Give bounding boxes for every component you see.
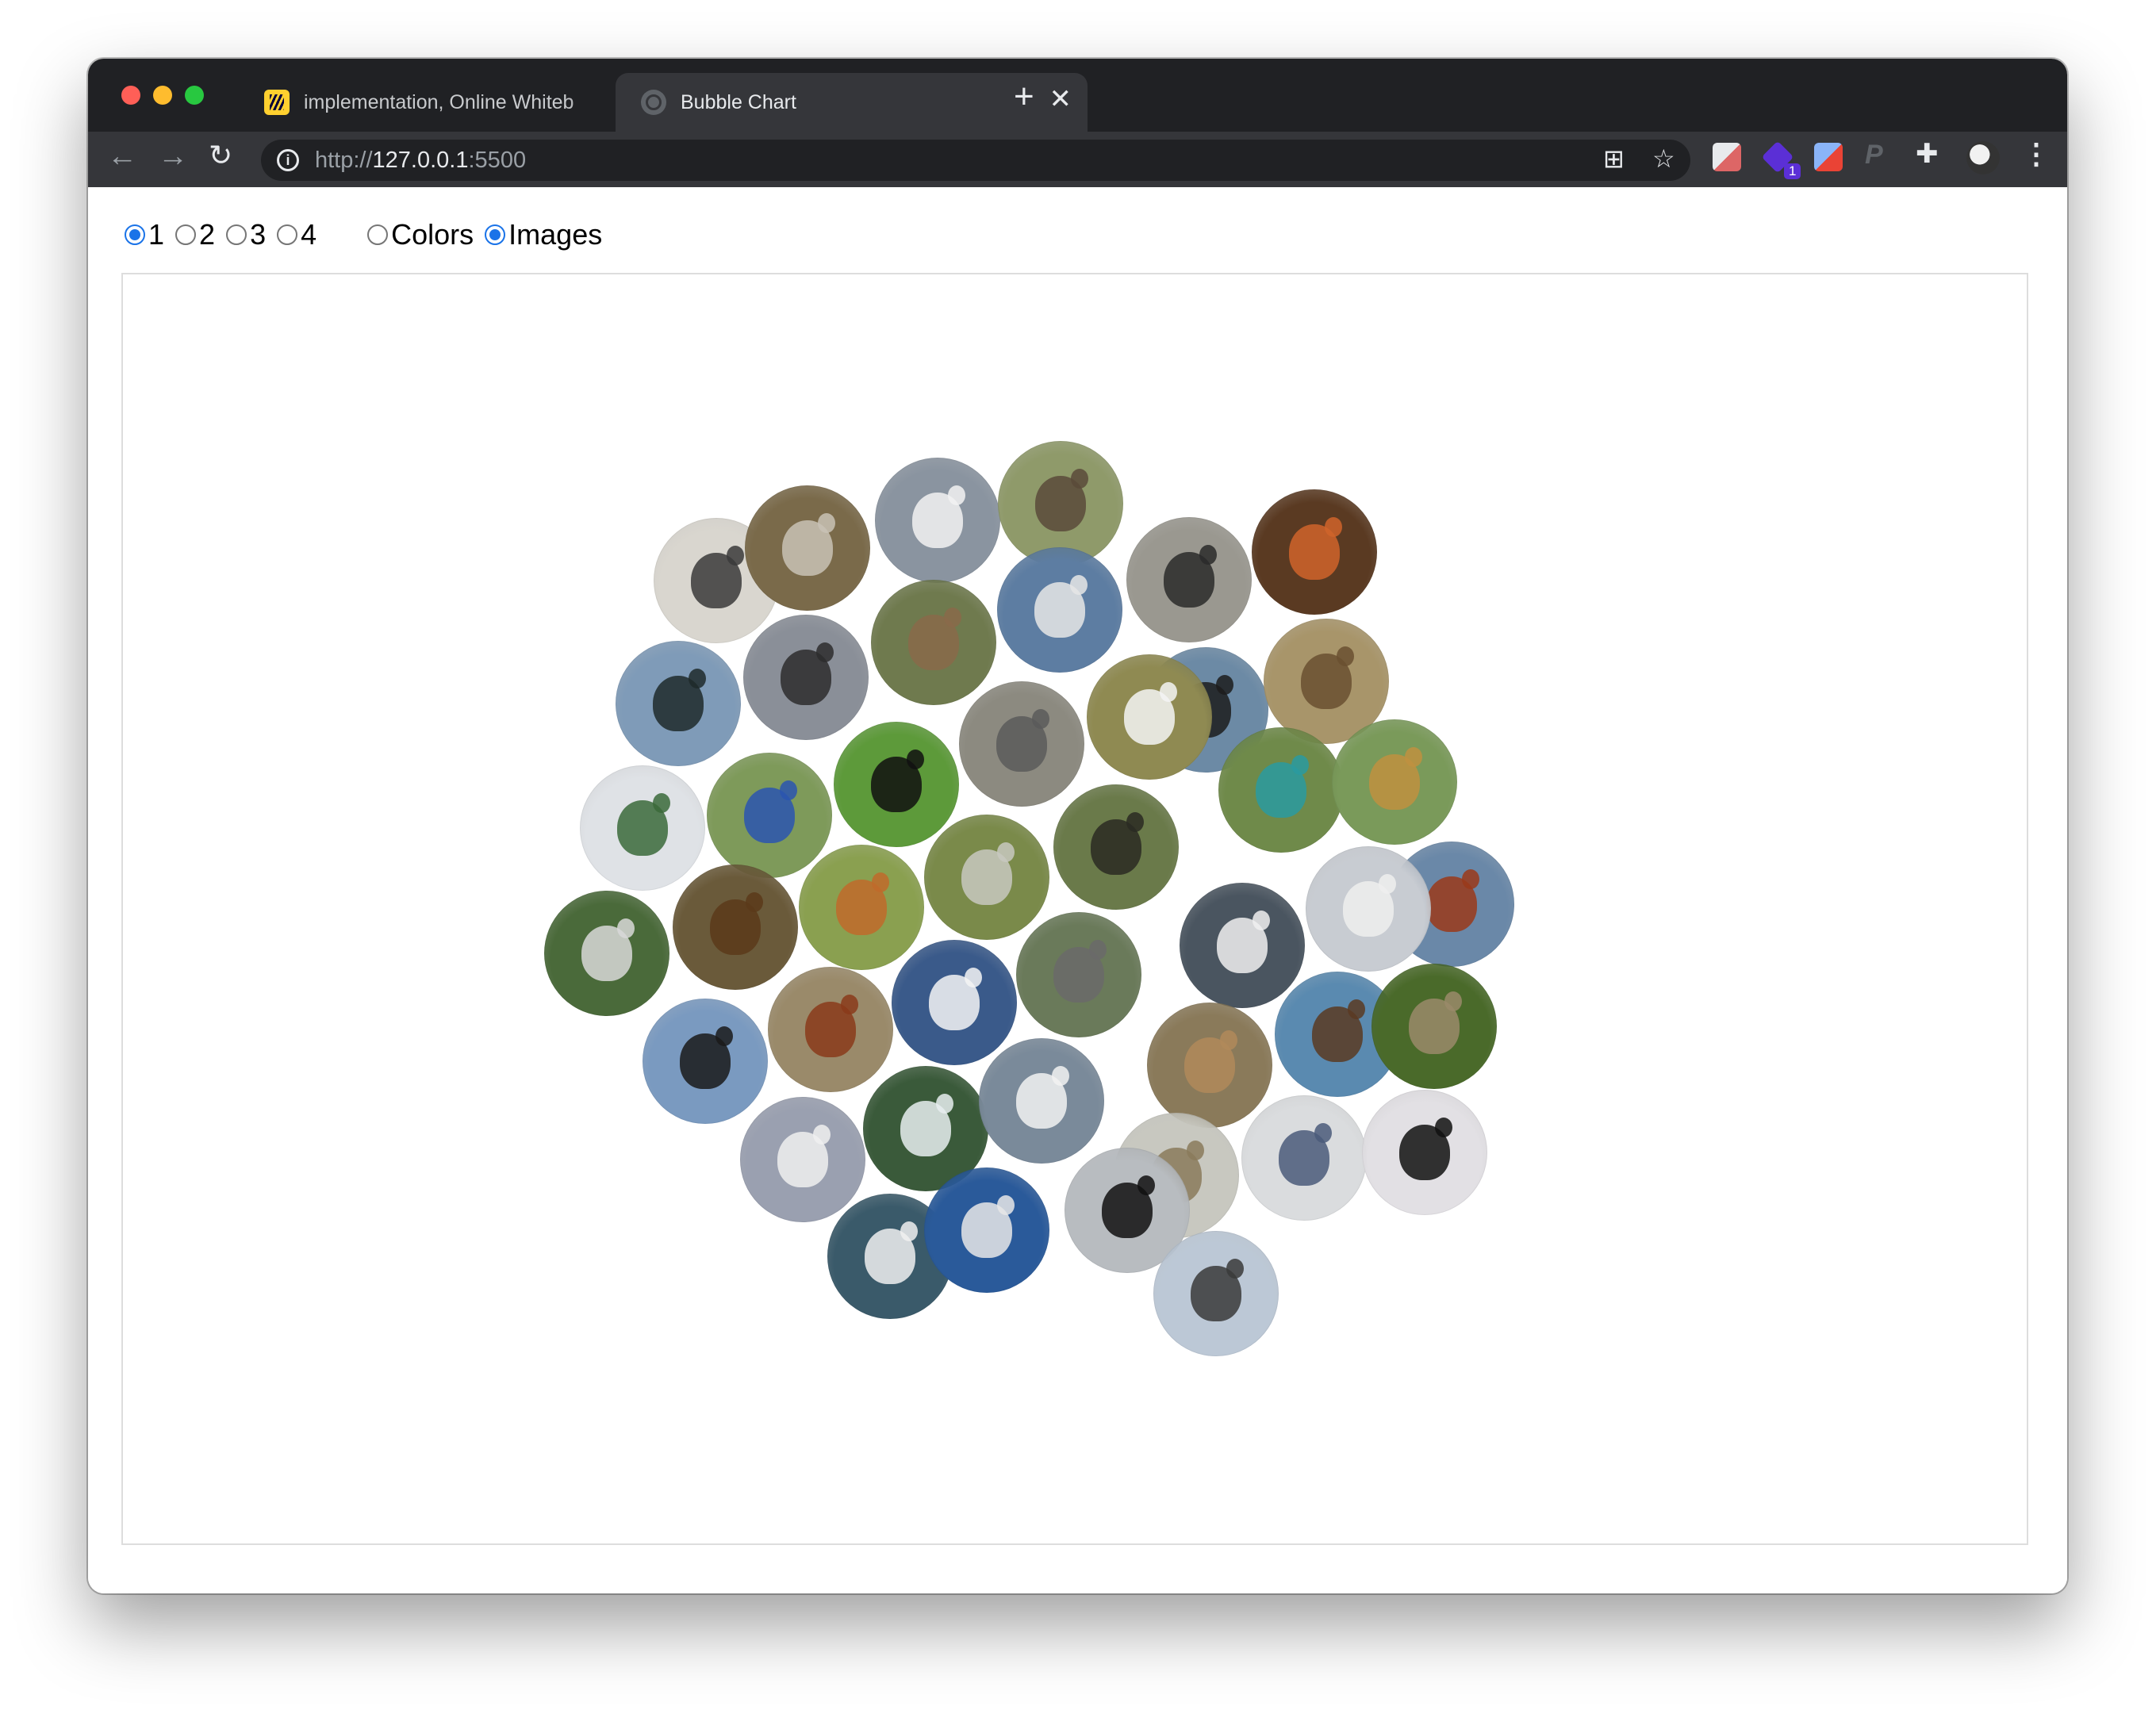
bubble-magpie[interactable] xyxy=(1362,1090,1487,1215)
extensions-puzzle-icon[interactable]: ✚ xyxy=(1916,138,1944,169)
tab-title: Bubble Chart xyxy=(681,90,796,113)
bubble-gull[interactable] xyxy=(997,547,1122,673)
bubble-pelican[interactable] xyxy=(1306,846,1431,972)
bubble-mallard[interactable] xyxy=(580,765,705,891)
bubble-kingfisher[interactable] xyxy=(707,753,832,878)
bubble-crow[interactable] xyxy=(834,722,959,847)
chart-controls: 1 2 3 4 Colors Images xyxy=(125,217,613,252)
site-info-icon[interactable]: i xyxy=(277,149,299,171)
bubble-green-winged-teal[interactable] xyxy=(1371,964,1497,1089)
bubble-crane-in-grass[interactable] xyxy=(924,815,1049,940)
bubble-night-heron[interactable] xyxy=(544,891,669,1016)
browser-window: implementation, Online Whiteb ✕ Bubble C… xyxy=(88,59,2067,1593)
close-tab-icon[interactable]: ✕ xyxy=(1049,86,1072,113)
minimize-window-button[interactable] xyxy=(153,86,172,105)
bubble-long-tailed-duck[interactable] xyxy=(740,1097,865,1222)
browser-menu-icon[interactable]: ⋮ xyxy=(2022,140,2051,168)
bookmark-star-icon[interactable]: ☆ xyxy=(1652,146,1675,171)
radio-button[interactable] xyxy=(485,224,506,245)
page-content: 1 2 3 4 Colors Images xyxy=(88,187,2067,1593)
maximize-window-button[interactable] xyxy=(185,86,204,105)
translate-icon[interactable]: ⊞ xyxy=(1603,146,1625,171)
bubble-spoonbill[interactable] xyxy=(875,458,1000,583)
bubble-bee-eater[interactable] xyxy=(1332,719,1457,845)
bubble-eagle-owl[interactable] xyxy=(673,865,798,990)
bubble-short-eared-owl[interactable] xyxy=(1147,1003,1272,1128)
radio-button[interactable] xyxy=(226,224,247,245)
bubble-belted-kingfisher[interactable] xyxy=(1241,1095,1367,1221)
browser-toolbar: ← → ↻ i http://127.0.0.1:5500 ⊞ ☆ 1 P ✚ … xyxy=(88,132,2067,187)
new-tab-button[interactable]: + xyxy=(1014,79,1034,114)
url-text[interactable]: http://127.0.0.1:5500 xyxy=(315,148,526,174)
profile-avatar[interactable] xyxy=(1966,141,2000,174)
globe-icon xyxy=(641,90,666,115)
radio-button[interactable] xyxy=(175,224,197,245)
reader-extension-icon[interactable] xyxy=(1713,143,1741,171)
bubble-ruddy-shelduck[interactable] xyxy=(799,845,924,970)
dataset-option-1[interactable]: 1 xyxy=(125,218,164,251)
bubble-common-kingfisher[interactable] xyxy=(1218,727,1344,853)
bubble-loon[interactable] xyxy=(1016,912,1141,1037)
bubble-black-headed-gull[interactable] xyxy=(979,1038,1104,1164)
bubble-herring-gull[interactable] xyxy=(924,1167,1049,1293)
fill-option-images[interactable]: Images xyxy=(485,218,602,251)
bubble-coot[interactable] xyxy=(1126,517,1252,642)
bubble-chart-area xyxy=(121,273,2028,1545)
tab-title: implementation, Online Whiteb xyxy=(304,90,574,113)
bubble-cranes[interactable] xyxy=(959,681,1084,807)
bubble-cormorant[interactable] xyxy=(643,999,768,1124)
radio-button[interactable] xyxy=(125,224,145,245)
extension-badge: 1 xyxy=(1784,163,1801,179)
bubble-egret[interactable] xyxy=(1087,654,1212,780)
dataset-option-4[interactable]: 4 xyxy=(277,218,316,251)
forward-arrow-icon[interactable]: → xyxy=(158,141,188,171)
fill-option-colors[interactable]: Colors xyxy=(367,218,474,251)
bubble-mandarin-duck[interactable] xyxy=(1252,489,1377,615)
bubble-tufted-duck-on-water[interactable] xyxy=(616,641,741,766)
dataset-option-3[interactable]: 3 xyxy=(226,218,266,251)
bubble-pintail-duck[interactable] xyxy=(745,485,870,611)
radio-button[interactable] xyxy=(277,224,298,245)
address-bar[interactable]: i http://127.0.0.1:5500 ⊞ ☆ xyxy=(261,140,1690,181)
translator-extension-icon[interactable] xyxy=(1814,143,1843,171)
dataset-option-2[interactable]: 2 xyxy=(175,218,215,251)
close-window-button[interactable] xyxy=(121,86,140,105)
bubble-black-necked-grebe[interactable] xyxy=(743,615,869,740)
back-arrow-icon[interactable]: ← xyxy=(107,141,137,171)
bubble-albatross[interactable] xyxy=(1153,1231,1279,1356)
bubble-little-egret[interactable] xyxy=(1180,883,1305,1008)
paypal-extension-icon[interactable]: P xyxy=(1865,140,1893,170)
radio-button[interactable] xyxy=(367,224,389,245)
bubble-black-stork[interactable] xyxy=(1053,784,1179,910)
bubble-bird-in-flight[interactable] xyxy=(871,580,996,705)
reload-icon[interactable]: ↻ xyxy=(209,141,232,170)
miro-logo-icon xyxy=(264,90,290,115)
bubble-pheasant[interactable] xyxy=(768,967,893,1092)
bubble-swan[interactable] xyxy=(892,940,1017,1065)
tab-strip: implementation, Online Whiteb ✕ Bubble C… xyxy=(88,59,2067,132)
